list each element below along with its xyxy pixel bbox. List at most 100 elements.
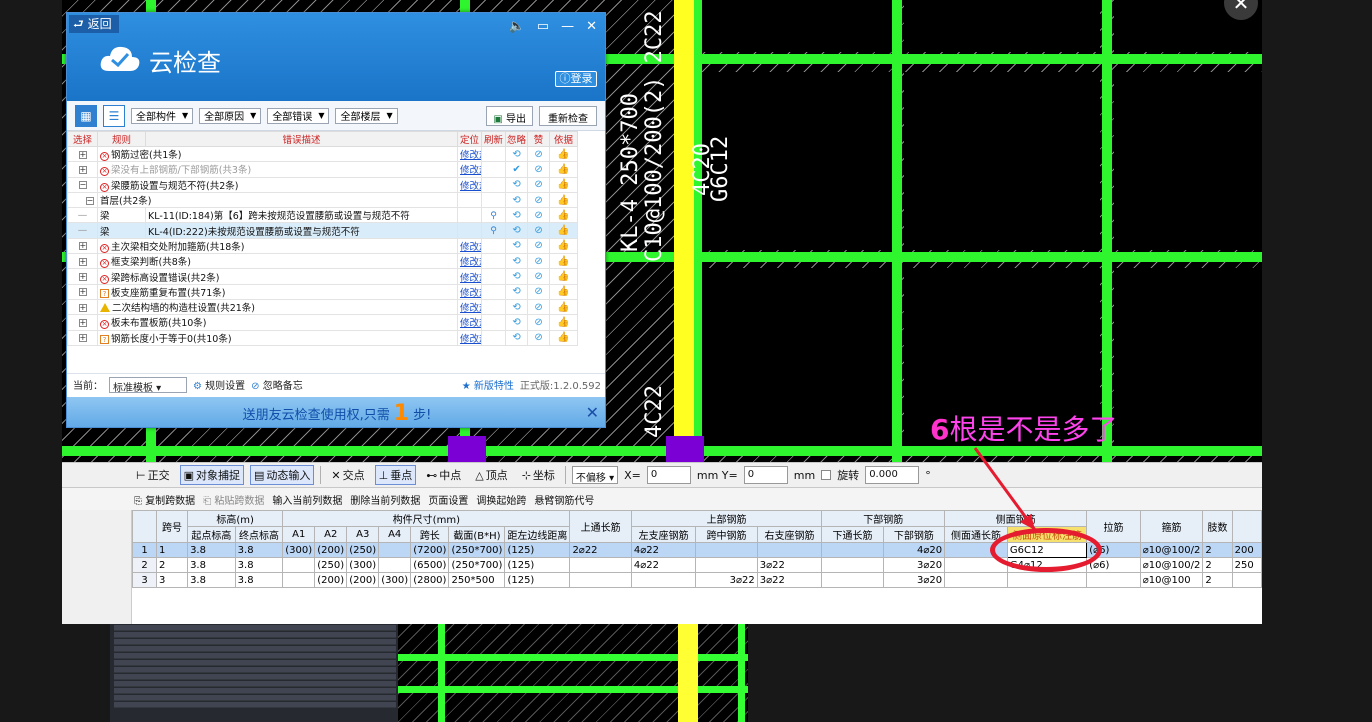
- login-button[interactable]: ⓘ登录: [555, 71, 597, 87]
- edit-rule-template-link[interactable]: 修改规则模板: [460, 288, 481, 299]
- intersection-button[interactable]: ✕ 交点: [327, 465, 368, 485]
- ortho-button[interactable]: ⊢ 正交: [132, 465, 174, 485]
- back-button[interactable]: ⮐ 返回: [69, 15, 119, 33]
- thumbs-up-icon[interactable]: 👍: [557, 317, 569, 328]
- rotate-checkbox[interactable]: [821, 470, 832, 480]
- edit-rule-template-link[interactable]: 修改规则模板: [460, 303, 481, 314]
- expand-icon[interactable]: +: [78, 334, 87, 343]
- refresh-icon[interactable]: ⟲: [512, 149, 520, 160]
- ignore-icon[interactable]: ⊘: [534, 195, 542, 206]
- perpendicular-button[interactable]: ⊥ 垂点: [374, 465, 417, 485]
- refresh-icon[interactable]: ⟲: [512, 302, 520, 313]
- x-input[interactable]: 0: [646, 466, 691, 484]
- thumbs-up-icon[interactable]: 👍: [557, 149, 569, 160]
- export-button[interactable]: ▣ 导出: [486, 105, 533, 126]
- edit-rule-template-link[interactable]: 修改规则模板: [460, 150, 481, 161]
- expand-icon[interactable]: +: [78, 273, 87, 282]
- thumbs-up-icon[interactable]: 👍: [557, 225, 569, 236]
- input-column-button[interactable]: 输入当前列数据: [272, 492, 342, 507]
- offset-select[interactable]: 不偏移 ▾: [571, 466, 619, 484]
- cantilever-code-button[interactable]: 悬臂钢筋代号: [534, 492, 594, 507]
- new-features-link[interactable]: ★ 新版特性: [462, 377, 514, 392]
- refresh-icon[interactable]: ⟲: [512, 286, 520, 297]
- list-item[interactable]: +?钢筋长度小于等于0(共10条)修改规则模板⟲⊘👍依据: [67, 329, 579, 346]
- coordinate-button[interactable]: ⊹ 坐标: [518, 465, 559, 485]
- ignore-icon[interactable]: ⊘: [534, 256, 542, 267]
- delete-column-button[interactable]: 删除当前列数据: [350, 492, 420, 507]
- refresh-icon[interactable]: ⟲: [512, 271, 520, 282]
- thumbs-up-icon[interactable]: 👍: [557, 179, 569, 190]
- refresh-icon[interactable]: ⟲: [512, 210, 520, 221]
- y-input[interactable]: 0: [743, 466, 788, 484]
- locate-icon[interactable]: ⚲: [490, 226, 497, 236]
- filter-floor[interactable]: 全部楼层 ▼: [335, 107, 398, 124]
- list-item[interactable]: +×板未布置板筋(共10条)修改规则模板⟲⊘👍依据: [67, 314, 579, 331]
- refresh-icon[interactable]: ⟲: [512, 240, 520, 251]
- recheck-button[interactable]: 重新检查: [539, 105, 597, 126]
- list-item[interactable]: —梁KL-4(ID:222)未按规范设置腰筋或设置与规范不符⚲⟲⊘👍依据: [67, 222, 579, 239]
- thumbs-up-icon[interactable]: 👍: [557, 240, 569, 251]
- list-item[interactable]: +×梁跨标高设置错误(共2条)修改规则模板⟲⊘👍依据: [67, 268, 579, 285]
- thumbs-up-icon[interactable]: 👍: [557, 332, 569, 343]
- thumbs-up-icon[interactable]: 👍: [557, 195, 569, 206]
- paste-span-button[interactable]: ⎗ 粘贴跨数据: [203, 492, 264, 507]
- rule-settings-link[interactable]: ⚙ 规则设置: [193, 377, 245, 392]
- edit-rule-template-link[interactable]: 修改规则模板: [460, 334, 481, 345]
- edit-rule-template-link[interactable]: 修改规则模板: [460, 318, 481, 329]
- list-item[interactable]: −×梁腰筋设置与规范不符(共2条)修改规则模板⟲⊘👍依据: [67, 176, 579, 193]
- edit-rule-template-link[interactable]: 修改规则模板: [460, 242, 481, 253]
- list-item[interactable]: +二次结构墙的构造柱设置(共21条)修改规则模板⟲⊘👍依据: [67, 298, 579, 316]
- refresh-icon[interactable]: ⟲: [512, 256, 520, 267]
- check-icon[interactable]: ✔: [512, 164, 520, 175]
- list-item[interactable]: +×主次梁相交处附加箍筋(共18条)修改规则模板⟲⊘👍依据: [67, 237, 579, 255]
- thumbs-up-icon[interactable]: 👍: [557, 271, 569, 282]
- ignore-icon[interactable]: ⊘: [534, 164, 542, 175]
- ignore-icon[interactable]: ⊘: [534, 317, 542, 328]
- table-row[interactable]: 3 3 3.8 3.8 (200) (200) (300) (2800) 250…: [132, 572, 1262, 588]
- copy-span-button[interactable]: ⎘ 复制跨数据: [134, 492, 195, 507]
- ignore-notes-link[interactable]: ⊘ 忽略备忘: [251, 377, 303, 392]
- expand-icon[interactable]: +: [78, 288, 87, 297]
- expand-icon[interactable]: +: [78, 303, 87, 312]
- expand-icon[interactable]: +: [78, 150, 87, 159]
- object-snap-button[interactable]: ▣ 对象捕捉: [179, 465, 244, 485]
- refresh-icon[interactable]: ⟲: [512, 317, 520, 328]
- filter-reason[interactable]: 全部原因 ▼: [199, 107, 262, 124]
- ignore-icon[interactable]: ⊘: [534, 225, 542, 236]
- view-tree-button[interactable]: ☰: [103, 104, 125, 127]
- banner-close-icon[interactable]: ✕: [586, 403, 599, 422]
- thumbs-up-icon[interactable]: 👍: [557, 210, 569, 221]
- vertex-button[interactable]: △ 顶点: [471, 465, 511, 485]
- refresh-icon[interactable]: ⟲: [512, 332, 520, 343]
- view-list-button[interactable]: ▦: [75, 104, 97, 127]
- chat-icon[interactable]: ▭: [537, 19, 549, 34]
- list-item[interactable]: +×框支梁判断(共8条)修改规则模板⟲⊘👍依据: [67, 253, 579, 270]
- locate-icon[interactable]: ⚲: [490, 211, 497, 221]
- thumbs-up-icon[interactable]: 👍: [557, 164, 569, 175]
- thumbs-up-icon[interactable]: 👍: [557, 256, 569, 267]
- template-select[interactable]: 标准模板 ▾: [109, 376, 187, 394]
- expand-icon[interactable]: −: [78, 181, 87, 190]
- filter-error[interactable]: 全部错误 ▼: [267, 107, 330, 124]
- list-item[interactable]: +×梁没有上部钢筋/下部钢筋(共3条)修改规则模板✔⊘👍依据: [67, 161, 579, 178]
- ignore-icon[interactable]: ⊘: [534, 240, 542, 251]
- list-item[interactable]: −首层(共2条)⟲⊘👍依据: [67, 191, 579, 209]
- refresh-icon[interactable]: ⟲: [512, 179, 520, 190]
- refresh-icon[interactable]: ⟲: [512, 195, 520, 206]
- ignore-icon[interactable]: ⊘: [534, 271, 542, 282]
- share-banner[interactable]: 送朋友云检查使用权,只需 1 步! ✕: [67, 397, 605, 427]
- close-icon[interactable]: ✕: [586, 19, 597, 34]
- ignore-icon[interactable]: ⊘: [534, 149, 542, 160]
- midpoint-button[interactable]: ⊷ 中点: [422, 465, 465, 485]
- expand-icon[interactable]: +: [78, 165, 87, 174]
- expand-icon[interactable]: +: [78, 318, 87, 327]
- rotate-input[interactable]: 0.000: [865, 466, 920, 484]
- thumbs-up-icon[interactable]: 👍: [557, 302, 569, 313]
- minimize-icon[interactable]: —: [561, 19, 574, 34]
- ignore-icon[interactable]: ⊘: [534, 286, 542, 297]
- ignore-icon[interactable]: ⊘: [534, 302, 542, 313]
- dynamic-input-button[interactable]: ▤ 动态输入: [250, 465, 315, 485]
- expand-icon[interactable]: +: [78, 257, 87, 266]
- thumbs-up-icon[interactable]: 👍: [557, 286, 569, 297]
- expand-icon[interactable]: +: [78, 242, 87, 251]
